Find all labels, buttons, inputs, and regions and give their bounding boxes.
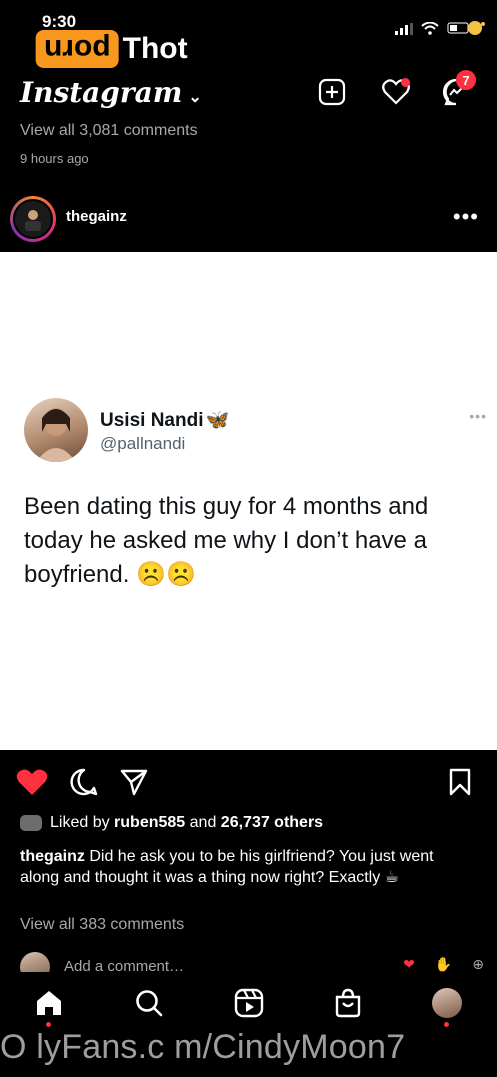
likes-summary[interactable]: Liked by ruben585 and 26,737 others (20, 814, 323, 832)
chevron-down-icon: ⌄ (188, 87, 202, 106)
nav-home[interactable] (32, 986, 66, 1020)
heart-emoji-icon[interactable]: ❤ (403, 956, 415, 972)
nav-profile[interactable] (430, 986, 464, 1020)
watermark-bottom-text: O lyFans.c m/CindyMoon7 (0, 1028, 406, 1066)
view-comments-link[interactable]: View all 383 comments (20, 916, 184, 934)
status-time: 9:30 (42, 12, 77, 31)
current-user-avatar (20, 952, 50, 972)
tweet-avatar (24, 398, 88, 462)
new-post-button[interactable] (316, 76, 348, 108)
like-button[interactable] (16, 766, 48, 798)
add-comment-input[interactable]: Add a comment… (64, 958, 184, 972)
app-name: Instagram (20, 76, 183, 109)
avatar-image (13, 199, 53, 239)
tweet-handle: @pallnandi (100, 434, 186, 453)
profile-notification-dot (444, 1022, 449, 1027)
share-button[interactable] (118, 766, 150, 798)
likes-others[interactable]: 26,737 others (221, 814, 323, 832)
nav-shop[interactable] (331, 986, 365, 1020)
watermark-box: porn (36, 30, 119, 68)
previous-post-timestamp: 9 hours ago (20, 151, 89, 166)
watermark-logo: porn Thot (36, 30, 188, 68)
wifi-icon (421, 21, 439, 40)
tweet-author: Usisi Nandi 🦋 (100, 408, 229, 432)
post-header: thegainz ••• (0, 194, 497, 248)
home-active-dot (46, 1022, 51, 1027)
post-caption: thegainz Did he ask you to be his girlfr… (20, 846, 470, 888)
add-comment-row[interactable]: Add a comment… ❤ ✋ ⊕ (20, 950, 490, 972)
post-author-avatar[interactable] (10, 196, 56, 242)
instagram-logo[interactable]: Instagram ⌄ (20, 76, 202, 109)
home-icon (37, 991, 61, 1015)
tweet-author-name: Usisi Nandi (100, 410, 204, 431)
likes-user[interactable]: ruben585 (114, 814, 185, 832)
comment-icon (70, 768, 98, 796)
battery-icon (447, 20, 487, 41)
messages-badge: 7 (456, 70, 476, 90)
tweet-more-icon: ••• (469, 408, 487, 424)
nav-reels[interactable] (232, 986, 266, 1020)
new-post-icon (318, 78, 346, 106)
app-header: Instagram ⌄ 7 (0, 68, 497, 116)
post-username[interactable]: thegainz (66, 208, 127, 225)
add-emoji-icon[interactable]: ⊕ (472, 956, 484, 972)
comment-button[interactable] (68, 766, 100, 798)
heart-icon (16, 769, 48, 795)
likes-prefix: Liked by (50, 814, 110, 831)
messenger-button[interactable]: 7 (440, 70, 476, 108)
tweet-text: Been dating this guy for 4 months and to… (24, 493, 429, 588)
shop-icon (335, 988, 361, 1018)
clap-emoji-icon[interactable]: ✋ (435, 956, 452, 972)
butterfly-icon: 🦋 (205, 410, 230, 431)
quick-emoji-reactions: ❤ ✋ ⊕ (403, 956, 484, 972)
share-icon (120, 769, 148, 796)
watermark-text: Thot (122, 32, 188, 65)
post-more-button[interactable]: ••• (453, 204, 479, 230)
profile-avatar (432, 988, 462, 1018)
post-image[interactable]: Usisi Nandi 🦋 @pallnandi ••• Been dating … (0, 252, 497, 750)
likes-and: and (189, 814, 217, 831)
activity-dot (401, 78, 410, 87)
liker-avatar (20, 815, 42, 831)
nav-search[interactable] (132, 986, 166, 1020)
bookmark-icon (449, 768, 471, 796)
caption-username[interactable]: thegainz (20, 848, 85, 865)
bookmark-button[interactable] (444, 766, 476, 798)
search-icon (136, 990, 163, 1017)
status-icons (395, 20, 487, 41)
reels-icon (234, 988, 264, 1018)
post-actions (0, 760, 497, 804)
previous-post-comments-link[interactable]: View all 3,081 comments (20, 122, 198, 140)
activity-button[interactable] (380, 76, 412, 108)
signal-icon (395, 22, 413, 40)
